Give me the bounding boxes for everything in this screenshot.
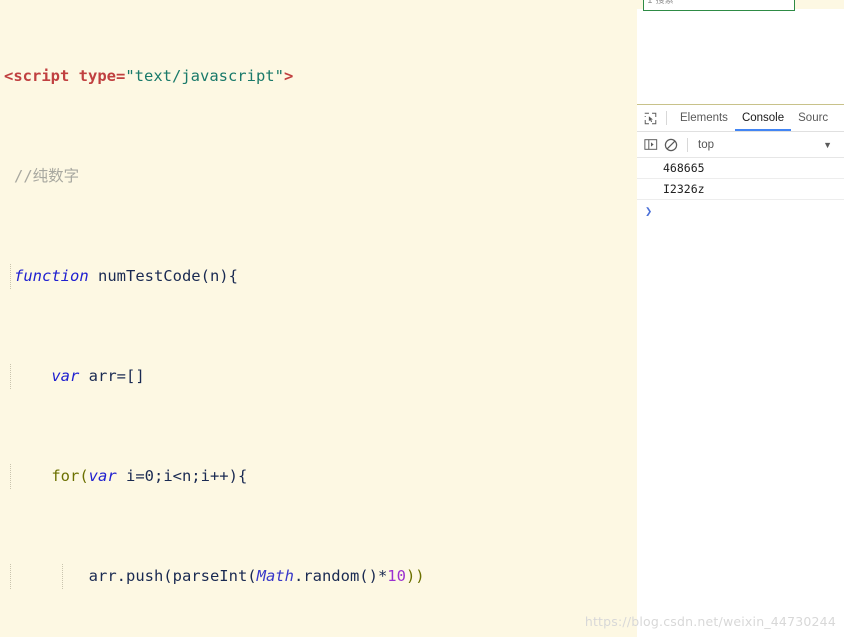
console-toolbar[interactable]: top ▼ bbox=[637, 132, 844, 158]
decl-arr: arr=[] bbox=[79, 367, 145, 385]
arr-push-call: arr.push(parseInt( bbox=[88, 567, 257, 585]
class-math: Math bbox=[256, 567, 294, 585]
browser-page-area: 1 搜索 bbox=[637, 0, 844, 105]
search-input-box[interactable]: 1 搜索 bbox=[643, 0, 795, 11]
console-output-row: 468665 bbox=[637, 158, 844, 179]
keyword-var: var bbox=[88, 467, 117, 485]
toolbar-divider bbox=[687, 137, 688, 152]
tabbar-divider bbox=[666, 111, 667, 125]
script-tag-value: "text/javascript" bbox=[125, 67, 284, 85]
clear-console-icon[interactable] bbox=[661, 135, 681, 155]
inspect-element-icon[interactable] bbox=[640, 108, 660, 128]
fn-numtestcode-signature: numTestCode(n){ bbox=[88, 267, 238, 285]
number-10: 10 bbox=[387, 567, 406, 585]
code-line: var arr=[] bbox=[0, 364, 509, 389]
code-line: function numTestCode(n){ bbox=[0, 264, 509, 289]
execution-context-selector[interactable]: top bbox=[698, 139, 714, 151]
script-tag-text: <script type= bbox=[4, 67, 126, 85]
keyword-var: var bbox=[51, 367, 80, 385]
devtools-panel[interactable]: 1 搜索 Elements Console Sourc top ▼ 468665… bbox=[637, 0, 844, 637]
console-output-row: I2326z bbox=[637, 179, 844, 200]
random-call: .random()* bbox=[293, 567, 388, 585]
csdn-watermark: https://blog.csdn.net/weixin_44730244 bbox=[584, 614, 836, 629]
chevron-down-icon[interactable]: ▼ bbox=[823, 140, 832, 150]
devtools-tabbar[interactable]: Elements Console Sourc bbox=[637, 105, 844, 132]
keyword-function: function bbox=[14, 267, 89, 285]
tab-sources[interactable]: Sourc bbox=[791, 105, 835, 131]
for-condition: i=0;i<n;i++){ bbox=[116, 467, 248, 485]
code-editor-pane[interactable]: <script type="text/javascript"> //纯数字 fu… bbox=[0, 0, 637, 637]
closing-parens: )) bbox=[405, 567, 425, 585]
comment-pure-number: //纯数字 bbox=[14, 167, 80, 185]
code-line: arr.push(parseInt(Math.random()*10)) bbox=[0, 564, 509, 589]
code-line: <script type="text/javascript"> bbox=[0, 64, 509, 89]
console-input-prompt[interactable]: ❯ bbox=[637, 200, 844, 222]
code-line: //纯数字 bbox=[0, 164, 509, 189]
keyword-for: for( bbox=[51, 467, 89, 485]
code-block[interactable]: <script type="text/javascript"> //纯数字 fu… bbox=[0, 0, 509, 637]
script-tag-close: > bbox=[283, 67, 294, 85]
console-output-list: 468665 I2326z ❯ bbox=[637, 158, 844, 222]
search-input-value: 1 搜索 bbox=[647, 0, 674, 6]
screenshot-root: <script type="text/javascript"> //纯数字 fu… bbox=[0, 0, 844, 637]
tab-elements[interactable]: Elements bbox=[673, 105, 735, 131]
code-line: for(var i=0;i<n;i++){ bbox=[0, 464, 509, 489]
console-sidebar-toggle-icon[interactable] bbox=[641, 135, 661, 155]
tab-console[interactable]: Console bbox=[735, 105, 791, 131]
